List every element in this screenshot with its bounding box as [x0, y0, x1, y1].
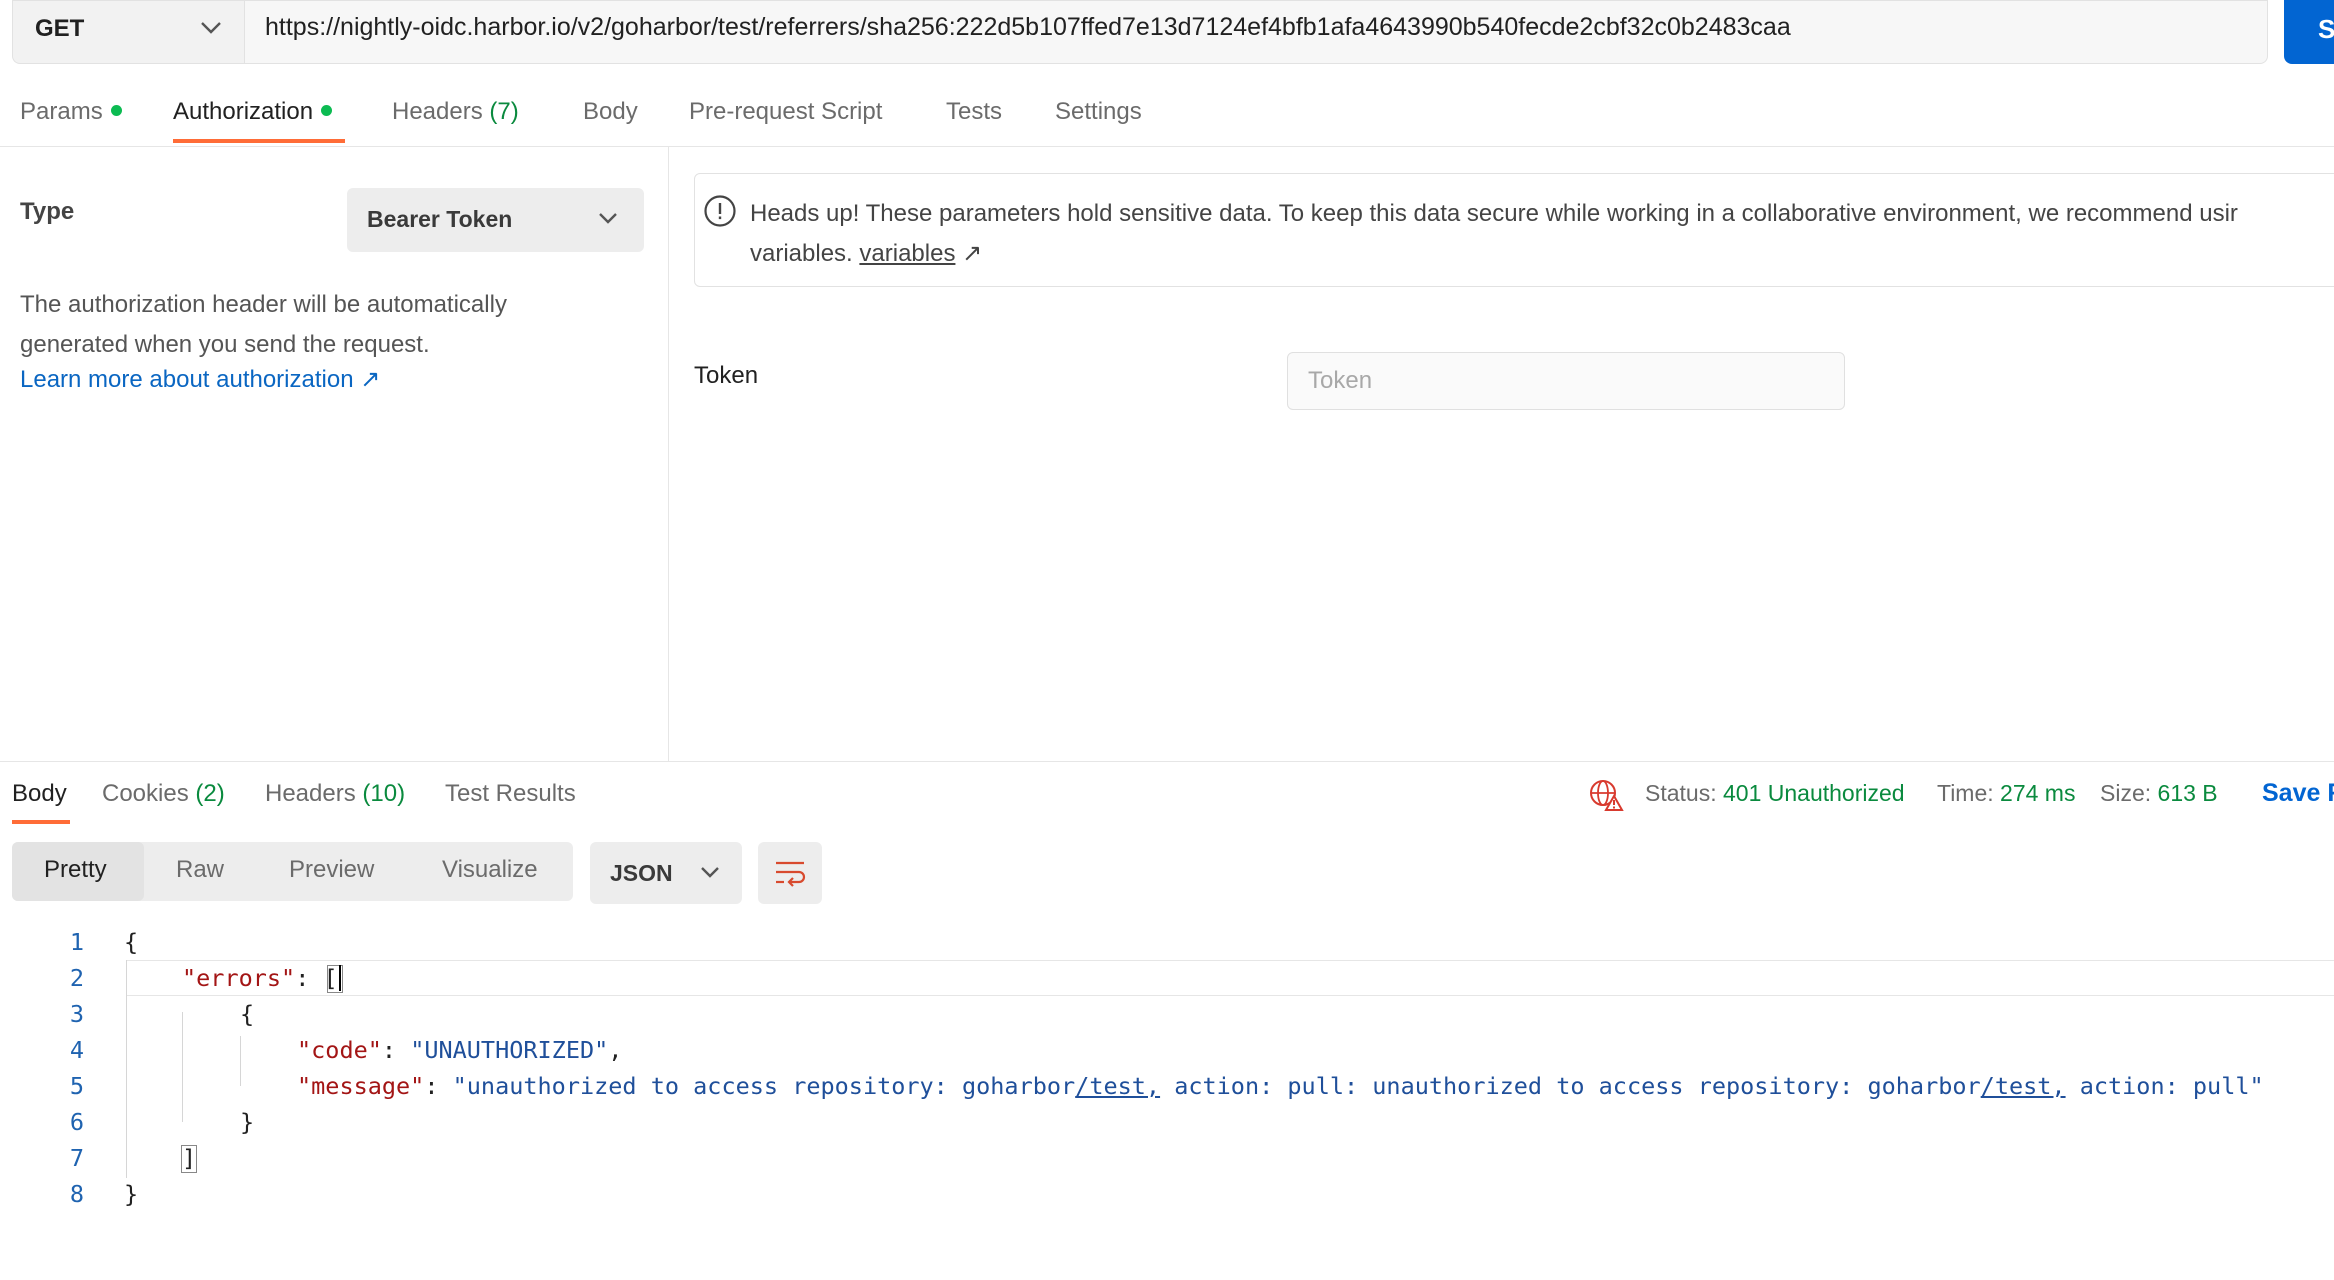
response-tab-body[interactable]: Body [12, 780, 67, 808]
view-mode-pretty[interactable]: Pretty [44, 856, 107, 884]
view-mode-visualize[interactable]: Visualize [442, 856, 538, 884]
save-response-button[interactable]: Save R [2262, 779, 2334, 808]
current-line-highlight [126, 960, 2334, 996]
language-value: JSON [610, 860, 673, 886]
chevron-down-icon [599, 213, 617, 224]
json-key-code: "code" [297, 1036, 382, 1064]
send-button[interactable]: S [2284, 0, 2334, 64]
size-value: 613 B [2157, 780, 2218, 806]
auth-type-select[interactable]: Bearer Token [347, 188, 644, 252]
tab-settings[interactable]: Settings [1055, 98, 1142, 126]
tab-params-label: Params [20, 98, 103, 125]
bracket-match-highlight [181, 1145, 197, 1173]
tab-pre-request-script[interactable]: Pre-request Script [689, 98, 882, 126]
code-line-1: { [124, 928, 139, 956]
wrap-lines-icon [776, 861, 806, 887]
json-key-message: "message" [297, 1072, 425, 1100]
url-input[interactable]: https://nightly-oidc.harbor.io/v2/goharb… [244, 0, 2268, 64]
response-tab-headers-label: Headers [265, 780, 356, 807]
method-select[interactable]: GET [12, 0, 244, 64]
chevron-down-icon [201, 22, 221, 34]
view-mode-segmented-control: Pretty Raw Preview Visualize [12, 842, 573, 901]
url-text: https://nightly-oidc.harbor.io/v2/goharb… [265, 13, 1791, 41]
response-status: Status: 401 Unauthorized [1645, 780, 1905, 807]
auth-panel-divider [668, 147, 669, 761]
params-active-dot [110, 105, 122, 117]
time-label: Time: [1937, 780, 1994, 806]
status-value: 401 Unauthorized [1723, 780, 1905, 806]
tab-body[interactable]: Body [583, 98, 638, 126]
response-tab-test-results[interactable]: Test Results [445, 780, 576, 808]
response-time: Time: 274 ms [1937, 780, 2075, 807]
token-label: Token [694, 362, 759, 389]
code-line-2: "errors": [ [182, 964, 338, 992]
tab-params[interactable]: Params [20, 98, 122, 126]
request-response-divider [0, 761, 2334, 762]
line-number: 3 [69, 1000, 84, 1028]
time-value: 274 ms [2000, 780, 2076, 806]
message-part: "unauthorized to access repository: goha… [452, 1072, 1076, 1100]
message-link-part[interactable]: /test, [1075, 1072, 1160, 1100]
code-line-4: "code": "UNAUTHORIZED", [297, 1036, 623, 1064]
chevron-down-icon [701, 867, 719, 878]
indent-guide [240, 1036, 241, 1086]
token-input[interactable] [1287, 352, 1845, 410]
code-line-8: } [124, 1180, 139, 1208]
banner-text-line1: Heads up! These parameters hold sensitiv… [750, 200, 2238, 227]
json-key-errors: "errors" [182, 964, 296, 992]
auth-description: The authorization header will be automat… [20, 291, 507, 358]
auth-type-value: Bearer Token [367, 206, 513, 232]
banner-text-line2: variables. [750, 240, 853, 267]
external-link-icon: ↗ [962, 240, 983, 267]
authorization-active-dot [321, 105, 333, 117]
view-mode-raw[interactable]: Raw [176, 856, 224, 884]
tab-headers[interactable]: Headers (7) [392, 98, 519, 126]
active-tab-indicator [173, 139, 345, 143]
network-globe-error-icon[interactable] [1588, 778, 1624, 812]
line-number: 8 [69, 1180, 84, 1208]
variables-link[interactable]: variables [859, 240, 955, 267]
json-value-code: "UNAUTHORIZED" [410, 1036, 609, 1064]
line-number: 7 [69, 1144, 84, 1172]
status-label: Status: [1645, 780, 1717, 806]
response-tab-cookies[interactable]: Cookies (2) [102, 780, 225, 808]
message-link-part[interactable]: /test, [1981, 1072, 2066, 1100]
language-select[interactable]: JSON [590, 842, 742, 904]
text-cursor [339, 965, 341, 991]
info-alert-icon [704, 195, 736, 227]
view-mode-preview[interactable]: Preview [289, 856, 374, 884]
method-label: GET [35, 15, 85, 42]
line-number: 1 [69, 928, 84, 956]
tab-authorization[interactable]: Authorization [173, 98, 333, 126]
line-number: 5 [69, 1072, 84, 1100]
indent-guide [126, 960, 127, 1178]
response-size: Size: 613 B [2100, 780, 2218, 807]
learn-more-authorization-link[interactable]: Learn more about authorization ↗ [20, 365, 380, 394]
tab-headers-label: Headers [392, 98, 483, 125]
line-number: 6 [69, 1108, 84, 1136]
code-line-5: "message": "unauthorized to access repos… [297, 1072, 2264, 1100]
tab-authorization-label: Authorization [173, 98, 314, 125]
code-line-3: { [240, 1000, 255, 1028]
tabs-divider [0, 146, 2334, 147]
auth-type-label: Type [20, 198, 75, 225]
tab-headers-count: (7) [489, 98, 519, 125]
response-tab-cookies-label: Cookies [102, 780, 189, 807]
response-tab-headers[interactable]: Headers (10) [265, 780, 405, 808]
code-line-6: } [240, 1108, 255, 1136]
indent-guide [182, 1012, 183, 1122]
wrap-lines-button[interactable] [758, 842, 822, 904]
message-part: action: pull" [2065, 1072, 2264, 1100]
message-part: action: pull: unauthorized to access rep… [1160, 1072, 1981, 1100]
response-tab-cookies-count: (2) [195, 780, 225, 807]
line-number: 2 [69, 964, 84, 992]
banner-message: Heads up! These parameters hold sensitiv… [750, 194, 2334, 274]
line-number: 4 [69, 1036, 84, 1064]
response-active-tab-indicator [12, 820, 70, 824]
size-label: Size: [2100, 780, 2152, 806]
tab-tests[interactable]: Tests [946, 98, 1002, 126]
response-tab-headers-count: (10) [362, 780, 406, 807]
sensitive-data-banner: Heads up! These parameters hold sensitiv… [694, 173, 2334, 287]
json-value-message: "unauthorized to access repository: goha… [453, 1072, 2264, 1100]
